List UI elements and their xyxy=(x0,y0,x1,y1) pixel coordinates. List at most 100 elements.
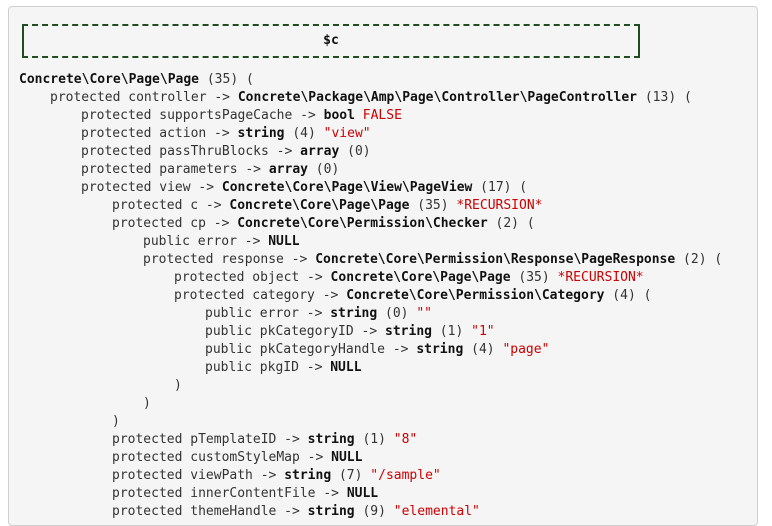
property-text: ) xyxy=(174,378,182,393)
value-literal: "1" xyxy=(471,324,495,339)
property-text: (1) xyxy=(354,432,394,447)
property-text: protected category -> xyxy=(174,288,347,303)
dump-line: ) xyxy=(19,413,757,431)
type-name: Concrete\Core\Page\Page xyxy=(330,270,511,285)
type-name: bool xyxy=(323,108,355,123)
property-text: protected passThruBlocks -> xyxy=(81,144,301,159)
property-text: (9) xyxy=(354,504,394,519)
dump-line: protected cp -> Concrete\Core\Permission… xyxy=(19,215,757,233)
dump-line: ) xyxy=(19,377,757,395)
dump-line: protected customStyleMap -> NULL xyxy=(19,449,757,467)
dump-line: public error -> NULL xyxy=(19,233,757,251)
dump-line: protected view -> Concrete\Core\Page\Vie… xyxy=(19,179,757,197)
property-text: protected cp -> xyxy=(112,216,238,231)
dump-lines: Concrete\Core\Page\Page (35) (protected … xyxy=(19,71,757,521)
property-text: (17) ( xyxy=(472,180,528,195)
type-name: Concrete\Core\Page\Page xyxy=(229,198,410,213)
dump-line: protected innerContentFile -> NULL xyxy=(19,485,757,503)
dump-line: public pkCategoryID -> string (1) "1" xyxy=(19,323,757,341)
type-name: NULL xyxy=(330,360,362,375)
dump-line: Concrete\Core\Page\Page (35) ( xyxy=(19,71,757,89)
dump-line: protected supportsPageCache -> bool FALS… xyxy=(19,107,757,125)
type-name: string xyxy=(330,306,378,321)
debug-dump-panel: $c Concrete\Core\Page\Page (35) (protect… xyxy=(8,6,758,526)
dump-line: protected controller -> Concrete\Package… xyxy=(19,89,757,107)
property-text: ) xyxy=(112,414,120,429)
variable-name: $c xyxy=(323,33,339,48)
value-literal: "" xyxy=(416,306,432,321)
title-box-bottom-border xyxy=(22,56,640,58)
property-text: (35) ( xyxy=(199,72,254,87)
dump-line: protected passThruBlocks -> array (0) xyxy=(19,143,757,161)
variable-title-box: $c xyxy=(22,24,640,58)
type-name: NULL xyxy=(346,486,379,501)
type-name: array xyxy=(268,162,308,177)
type-name: NULL xyxy=(331,450,363,465)
value-literal: "elemental" xyxy=(393,504,480,519)
dump-line: protected response -> Concrete\Core\Perm… xyxy=(19,251,757,269)
property-text: (4) xyxy=(463,342,503,357)
property-text: (0) xyxy=(307,162,340,177)
property-text: public error -> xyxy=(143,234,269,249)
dump-line: ) xyxy=(19,395,757,413)
property-text: protected themeHandle -> xyxy=(112,504,308,519)
type-name: array xyxy=(300,144,340,159)
value-literal: *RECURSION* xyxy=(456,198,543,213)
property-text: (7) xyxy=(331,468,371,483)
dump-line: protected action -> string (4) "view" xyxy=(19,125,757,143)
value-literal: "view" xyxy=(323,126,371,141)
property-text: (2) ( xyxy=(487,216,535,231)
type-name: Concrete\Core\Page\View\PageView xyxy=(221,180,473,195)
property-text: (13) ( xyxy=(637,90,692,105)
property-text: protected innerContentFile -> xyxy=(112,486,347,501)
dump-line: protected viewPath -> string (7) "/sampl… xyxy=(19,467,757,485)
property-text: protected c -> xyxy=(112,198,230,213)
property-text xyxy=(355,108,363,123)
property-text: (4) ( xyxy=(604,288,652,303)
dump-line: protected object -> Concrete\Core\Page\P… xyxy=(19,269,757,287)
property-text: (0) xyxy=(339,144,371,159)
value-literal: FALSE xyxy=(362,108,402,123)
value-literal: "/sample" xyxy=(370,468,441,483)
property-text: protected object -> xyxy=(174,270,331,285)
type-name: Concrete\Core\Permission\Category xyxy=(346,288,605,303)
type-name: string xyxy=(307,504,355,519)
property-text: protected view -> xyxy=(81,180,222,195)
type-name: Concrete\Package\Amp\Page\Controller\Pag… xyxy=(237,90,638,105)
property-text: protected response -> xyxy=(143,252,316,267)
property-text: (0) xyxy=(377,306,417,321)
property-text: protected action -> xyxy=(81,126,238,141)
property-text: protected controller -> xyxy=(50,90,238,105)
dump-line: public error -> string (0) "" xyxy=(19,305,757,323)
dump-line: protected themeHandle -> string (9) "ele… xyxy=(19,503,757,521)
property-text: public pkCategoryHandle -> xyxy=(205,342,417,357)
property-text: public pkCategoryID -> xyxy=(205,324,386,339)
property-text: (35) xyxy=(409,198,457,213)
property-text: protected customStyleMap -> xyxy=(112,450,332,465)
type-name: Concrete\Core\Permission\Checker xyxy=(237,216,488,231)
value-literal: "page" xyxy=(502,342,550,357)
type-name: NULL xyxy=(268,234,300,249)
dump-line: public pkgID -> NULL xyxy=(19,359,757,377)
value-literal: *RECURSION* xyxy=(557,270,644,285)
dump-line: protected c -> Concrete\Core\Page\Page (… xyxy=(19,197,757,215)
dump-line: protected parameters -> array (0) xyxy=(19,161,757,179)
dump-line: public pkCategoryHandle -> string (4) "p… xyxy=(19,341,757,359)
property-text: (35) xyxy=(510,270,558,285)
property-text: public pkgID -> xyxy=(205,360,331,375)
type-name: string xyxy=(284,468,332,483)
value-literal: "8" xyxy=(393,432,418,447)
property-text: protected viewPath -> xyxy=(112,468,285,483)
dump-line: protected category -> Concrete\Core\Perm… xyxy=(19,287,757,305)
property-text: (1) xyxy=(431,324,472,339)
property-text: public error -> xyxy=(205,306,331,321)
type-name: Concrete\Core\Permission\Response\PageRe… xyxy=(315,252,676,267)
type-name: Concrete\Core\Page\Page xyxy=(19,72,200,87)
type-name: string xyxy=(416,342,464,357)
type-name: string xyxy=(385,324,432,339)
property-text: protected supportsPageCache -> xyxy=(81,108,324,123)
property-text: protected parameters -> xyxy=(81,162,269,177)
type-name: string xyxy=(237,126,285,141)
property-text: protected pTemplateID -> xyxy=(112,432,308,447)
property-text: ) xyxy=(143,396,151,411)
